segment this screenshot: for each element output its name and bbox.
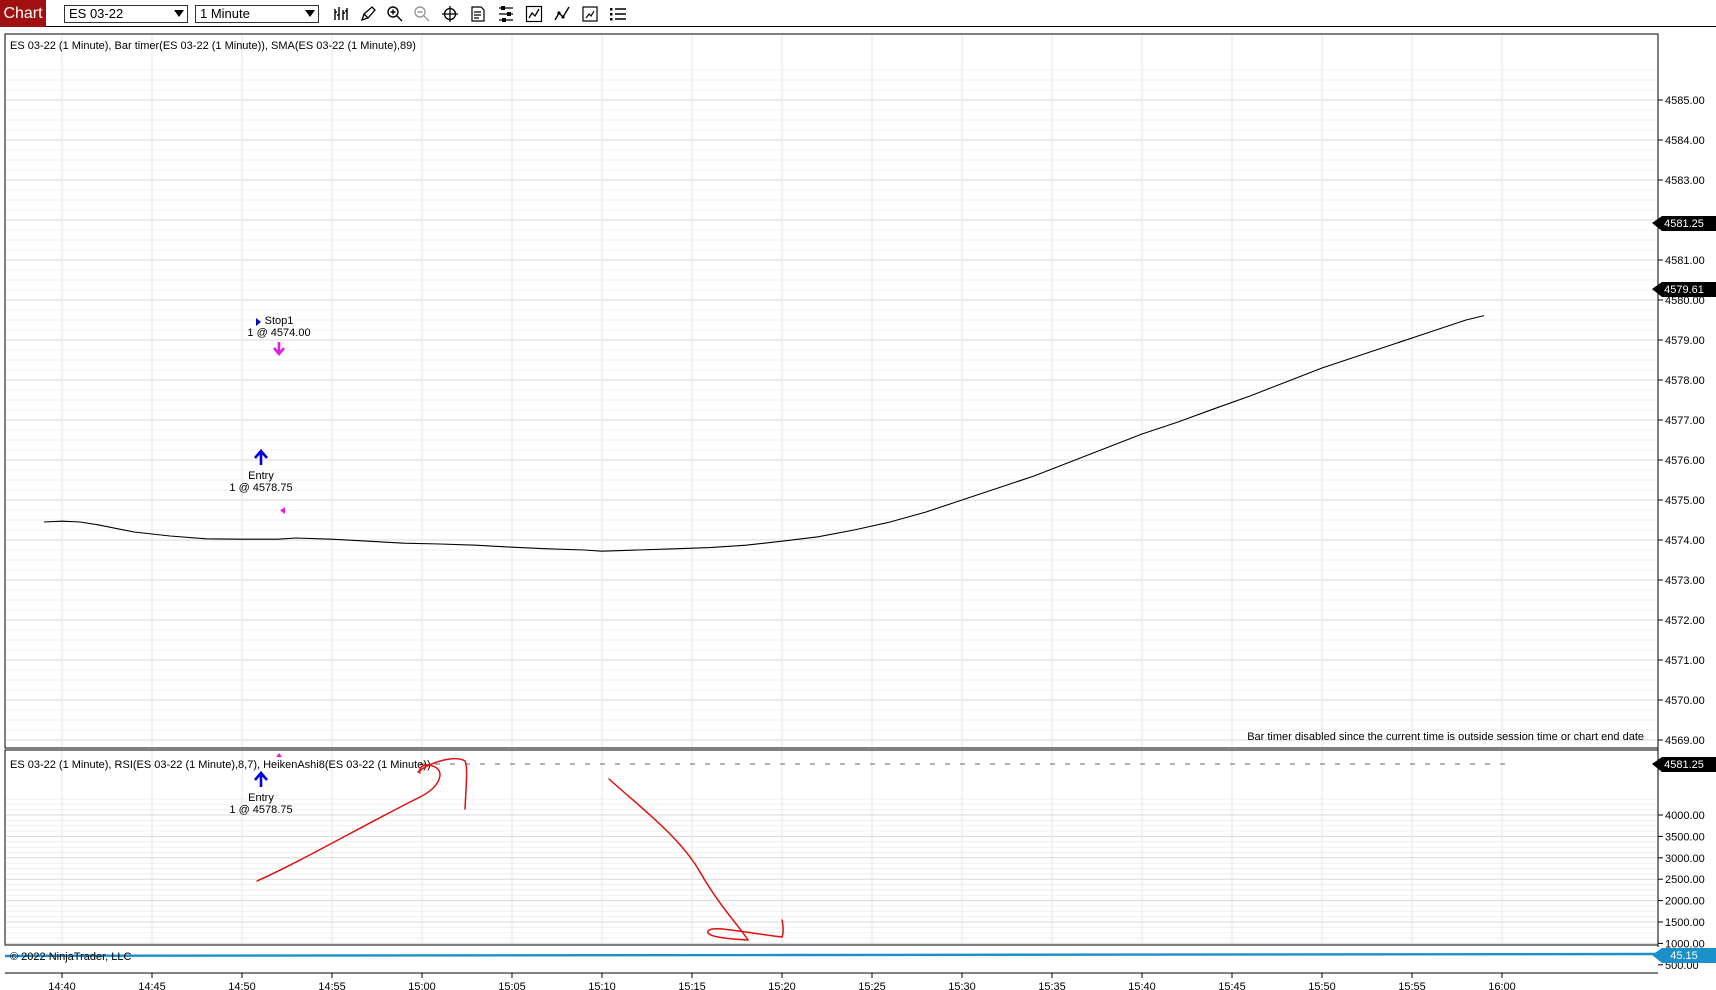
interval-value: 1 Minute bbox=[200, 6, 250, 21]
indicator-price-marker-label: 4581.25 bbox=[1664, 759, 1704, 771]
templates-icon[interactable] bbox=[581, 5, 599, 23]
price-marker-high-label: 4581.25 bbox=[1664, 218, 1704, 230]
instrument-selector[interactable]: ES 03-22 bbox=[64, 5, 188, 23]
price-tick-label: 4570.00 bbox=[1665, 695, 1705, 707]
price-marker-high: 4581.25 bbox=[1652, 216, 1716, 231]
price-tick-label: 4573.00 bbox=[1665, 575, 1705, 587]
zoom-out-icon[interactable] bbox=[413, 5, 431, 23]
time-tick-label: 15:10 bbox=[588, 981, 616, 990]
instrument-value: ES 03-22 bbox=[69, 6, 124, 21]
chevron-down-icon bbox=[305, 10, 315, 17]
time-tick-label: 15:50 bbox=[1308, 981, 1336, 990]
indicators-icon[interactable] bbox=[525, 5, 543, 23]
price-tick-label: 4569.00 bbox=[1665, 735, 1705, 747]
price-tick-label: 4575.00 bbox=[1665, 495, 1705, 507]
strategies-icon[interactable] bbox=[553, 5, 571, 23]
indicator-tick-label: 2500.00 bbox=[1665, 874, 1705, 886]
time-tick-label: 15:15 bbox=[678, 981, 706, 990]
indicator-entry-label: Entry bbox=[248, 792, 274, 804]
time-tick-label: 15:00 bbox=[408, 981, 436, 990]
price-tick-label: 4577.00 bbox=[1665, 415, 1705, 427]
rsi-marker: 45.15 bbox=[1652, 948, 1716, 963]
data-box-icon[interactable] bbox=[469, 5, 487, 23]
chart-tab[interactable]: Chart bbox=[0, 0, 46, 27]
chart-area[interactable]: ES 03-22 (1 Minute), Bar timer(ES 03-22 … bbox=[0, 27, 1716, 990]
time-tick-label: 15:05 bbox=[498, 981, 526, 990]
price-marker-current-label: 4579.61 bbox=[1664, 284, 1704, 296]
zoom-in-icon[interactable] bbox=[386, 5, 404, 23]
indicator-tick-label: 2000.00 bbox=[1665, 896, 1705, 908]
price-tick-label: 4571.00 bbox=[1665, 655, 1705, 667]
indicator-tick-label: 1500.00 bbox=[1665, 917, 1705, 929]
stop-detail: 1 @ 4574.00 bbox=[247, 327, 310, 339]
time-tick-label: 14:50 bbox=[228, 981, 256, 990]
time-tick-label: 14:40 bbox=[48, 981, 76, 990]
interval-selector[interactable]: 1 Minute bbox=[195, 5, 319, 23]
crosshair-icon[interactable] bbox=[441, 5, 459, 23]
list-icon[interactable] bbox=[609, 5, 627, 23]
copyright-text: © 2022 NinjaTrader, LLC bbox=[10, 951, 131, 963]
time-tick-label: 14:45 bbox=[138, 981, 166, 990]
entry-detail: 1 @ 4578.75 bbox=[229, 482, 292, 494]
time-tick-label: 15:30 bbox=[948, 981, 976, 990]
indicator-tick-label: 3000.00 bbox=[1665, 853, 1705, 865]
indicator-entry-detail: 1 @ 4578.75 bbox=[229, 804, 292, 816]
price-tick-label: 4585.00 bbox=[1665, 95, 1705, 107]
price-panel-title: ES 03-22 (1 Minute), Bar timer(ES 03-22 … bbox=[10, 40, 416, 52]
time-tick-label: 14:55 bbox=[318, 981, 346, 990]
price-tick-label: 4583.00 bbox=[1665, 175, 1705, 187]
time-tick-label: 15:55 bbox=[1398, 981, 1426, 990]
indicator-tick-label: 3500.00 bbox=[1665, 831, 1705, 843]
price-panel-frame bbox=[4, 33, 1659, 749]
price-tick-label: 4578.00 bbox=[1665, 375, 1705, 387]
price-tick-label: 4579.00 bbox=[1665, 335, 1705, 347]
price-tick-label: 4572.00 bbox=[1665, 615, 1705, 627]
properties-icon[interactable] bbox=[497, 5, 515, 23]
time-tick-label: 15:40 bbox=[1128, 981, 1156, 990]
drawing-pencil-icon[interactable] bbox=[359, 5, 377, 23]
time-tick-label: 15:45 bbox=[1218, 981, 1246, 990]
price-tick-label: 4581.00 bbox=[1665, 255, 1705, 267]
time-tick-label: 15:20 bbox=[768, 981, 796, 990]
price-tick-label: 4574.00 bbox=[1665, 535, 1705, 547]
indicator-panel-title: ES 03-22 (1 Minute), RSI(ES 03-22 (1 Min… bbox=[10, 759, 431, 771]
entry-label: Entry bbox=[248, 470, 274, 482]
bar-timer-message: Bar timer disabled since the current tim… bbox=[1247, 731, 1644, 743]
rsi-marker-label: 45.15 bbox=[1670, 950, 1698, 962]
chevron-down-icon bbox=[174, 10, 184, 17]
price-tick-label: 4576.00 bbox=[1665, 455, 1705, 467]
time-tick-label: 16:00 bbox=[1488, 981, 1516, 990]
stop-label: Stop1 bbox=[265, 315, 294, 327]
price-marker-current: 4579.61 bbox=[1652, 282, 1716, 297]
bar-type-icon[interactable] bbox=[332, 5, 350, 23]
indicator-price-marker: 4581.25 bbox=[1652, 757, 1716, 772]
time-tick-label: 15:25 bbox=[858, 981, 886, 990]
time-tick-label: 15:35 bbox=[1038, 981, 1066, 990]
chart-toolbar: Chart ES 03-22 1 Minute bbox=[0, 0, 1716, 27]
price-tick-label: 4584.00 bbox=[1665, 135, 1705, 147]
indicator-tick-label: 4000.00 bbox=[1665, 810, 1705, 822]
